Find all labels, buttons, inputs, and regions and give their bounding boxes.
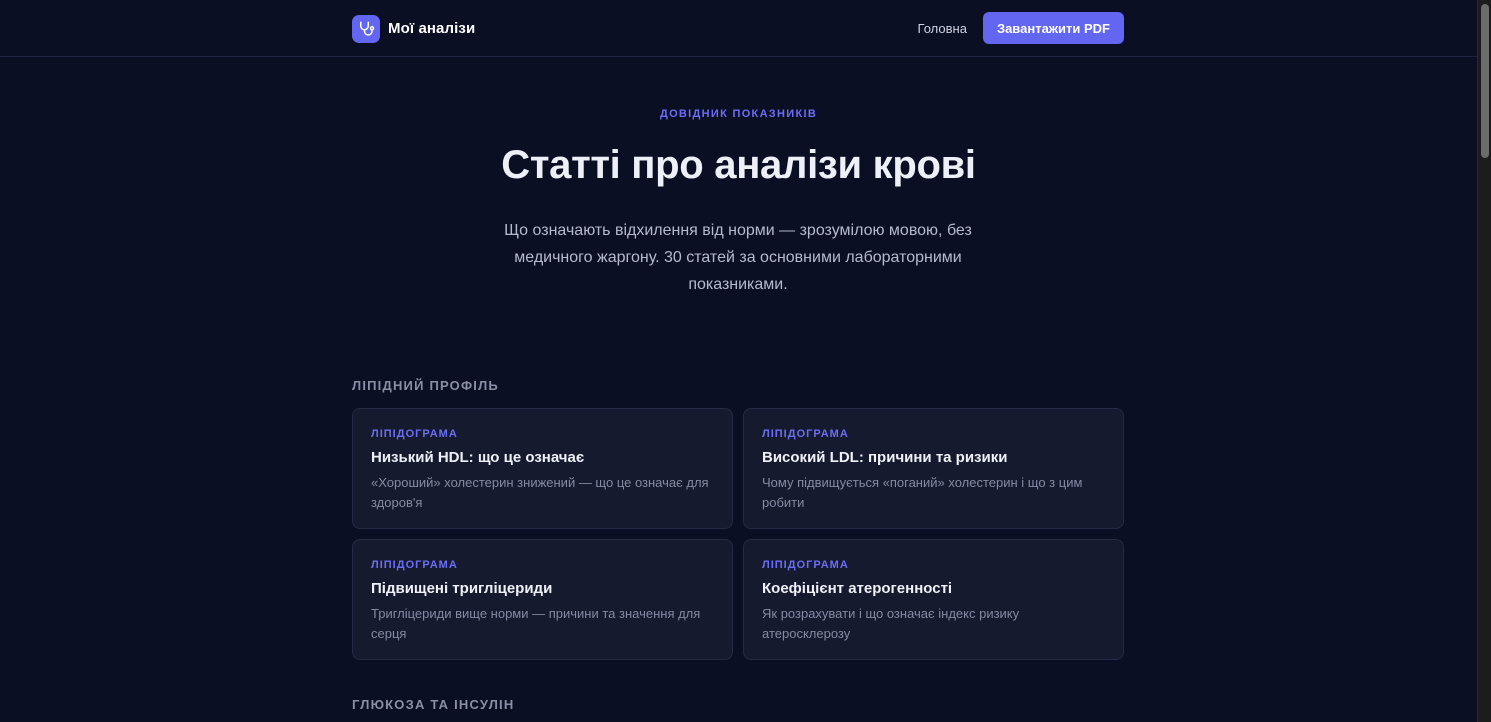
card-description: Як розрахувати і що означає індекс ризик… <box>762 606 1020 641</box>
download-pdf-button[interactable]: Завантажити PDF <box>982 12 1124 44</box>
card-title: Високий LDL: причини та ризики <box>762 449 1008 466</box>
card-title: Низький HDL: що це означає <box>371 449 585 466</box>
card-title: Підвищені тригліцериди <box>371 580 553 597</box>
page: Мої аналізи Головна Завантажити PDF ДОВІ… <box>0 0 1477 722</box>
card-category-tag: ЛІПІДОГРАМА <box>371 559 458 571</box>
top-navigation-bar: Мої аналізи Головна Завантажити PDF <box>0 0 1477 57</box>
card-title: Коефіцієнт атерогенності <box>762 580 953 597</box>
hero-eyebrow: ДОВІДНИК ПОКАЗНИКІВ <box>659 108 818 120</box>
article-card[interactable]: ЛІПІДОГРАМА Коефіцієнт атерогенності Як … <box>743 539 1124 660</box>
nav-link-home[interactable]: Головна <box>918 21 967 36</box>
article-card-grid: ЛІПІДОГРАМА Низький HDL: що це означає «… <box>352 408 1124 660</box>
article-card[interactable]: ЛІПІДОГРАМА Низький HDL: що це означає «… <box>352 408 733 529</box>
page-title: Статті про аналізи крові <box>501 143 976 187</box>
card-description: «Хороший» холестерин знижений — що це оз… <box>371 475 709 510</box>
card-category-tag: ЛІПІДОГРАМА <box>762 559 849 571</box>
article-card[interactable]: ЛІПІДОГРАМА Підвищені тригліцериди Тригл… <box>352 539 733 660</box>
card-category-tag: ЛІПІДОГРАМА <box>762 428 849 440</box>
brand-name: Мої аналізи <box>388 20 476 37</box>
brand[interactable]: Мої аналізи <box>352 14 475 43</box>
section-label-lipid-profile: ЛІПІДНИЙ ПРОФІЛЬ <box>352 378 499 393</box>
page-subtitle: Що означають відхилення від норми — зроз… <box>504 222 972 293</box>
section-label-glucose-insulin: ГЛЮКОЗА ТА ІНСУЛІН <box>352 697 515 712</box>
page-scrollbar[interactable] <box>1477 0 1491 722</box>
card-description: Тригліцериди вище норми — причини та зна… <box>371 606 701 641</box>
card-category-tag: ЛІПІДОГРАМА <box>371 428 458 440</box>
card-description: Чому підвищується «поганий» холестерин і… <box>762 475 1083 510</box>
main-nav: Головна Завантажити PDF <box>918 12 1124 44</box>
scrollbar-thumb[interactable] <box>1481 4 1489 158</box>
stethoscope-icon <box>352 14 380 43</box>
article-card[interactable]: ЛІПІДОГРАМА Високий LDL: причини та ризи… <box>743 408 1124 529</box>
